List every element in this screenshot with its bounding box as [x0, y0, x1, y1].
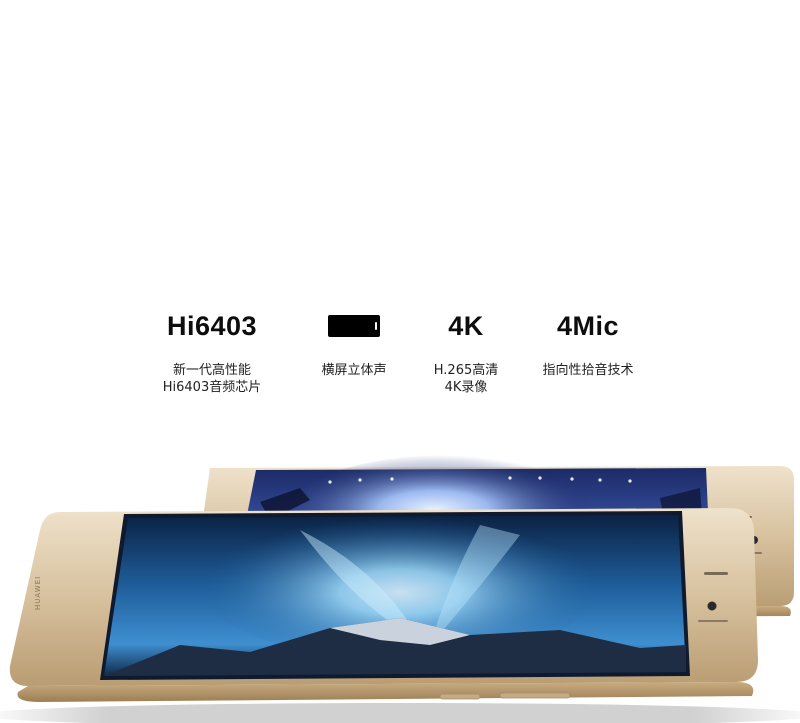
feature-desc-line: 4K录像 — [444, 380, 488, 395]
phone-brand-text: HUAWEI — [34, 576, 42, 610]
feature-desc-line: 指向性拾音技术 — [542, 363, 634, 378]
feature-description: 指向性拾音技术 — [503, 362, 673, 379]
front-phone: HUAWEI — [0, 508, 800, 723]
product-feature-page: Hi6403 新一代高性能 Hi6403音频芯片 横屏立体声 4K H.265高… — [0, 0, 800, 723]
phones-illustration: HUAWEI — [0, 455, 800, 723]
feature-row: Hi6403 新一代高性能 Hi6403音频芯片 横屏立体声 4K H.265高… — [0, 306, 800, 416]
feature-4mic: 4Mic 指向性拾音技术 — [503, 306, 673, 379]
feature-desc-line: Hi6403音频芯片 — [162, 380, 262, 395]
phones-image: HUAWEI — [0, 440, 800, 723]
feature-title: 4Mic — [556, 311, 620, 341]
battery-icon — [328, 315, 380, 337]
